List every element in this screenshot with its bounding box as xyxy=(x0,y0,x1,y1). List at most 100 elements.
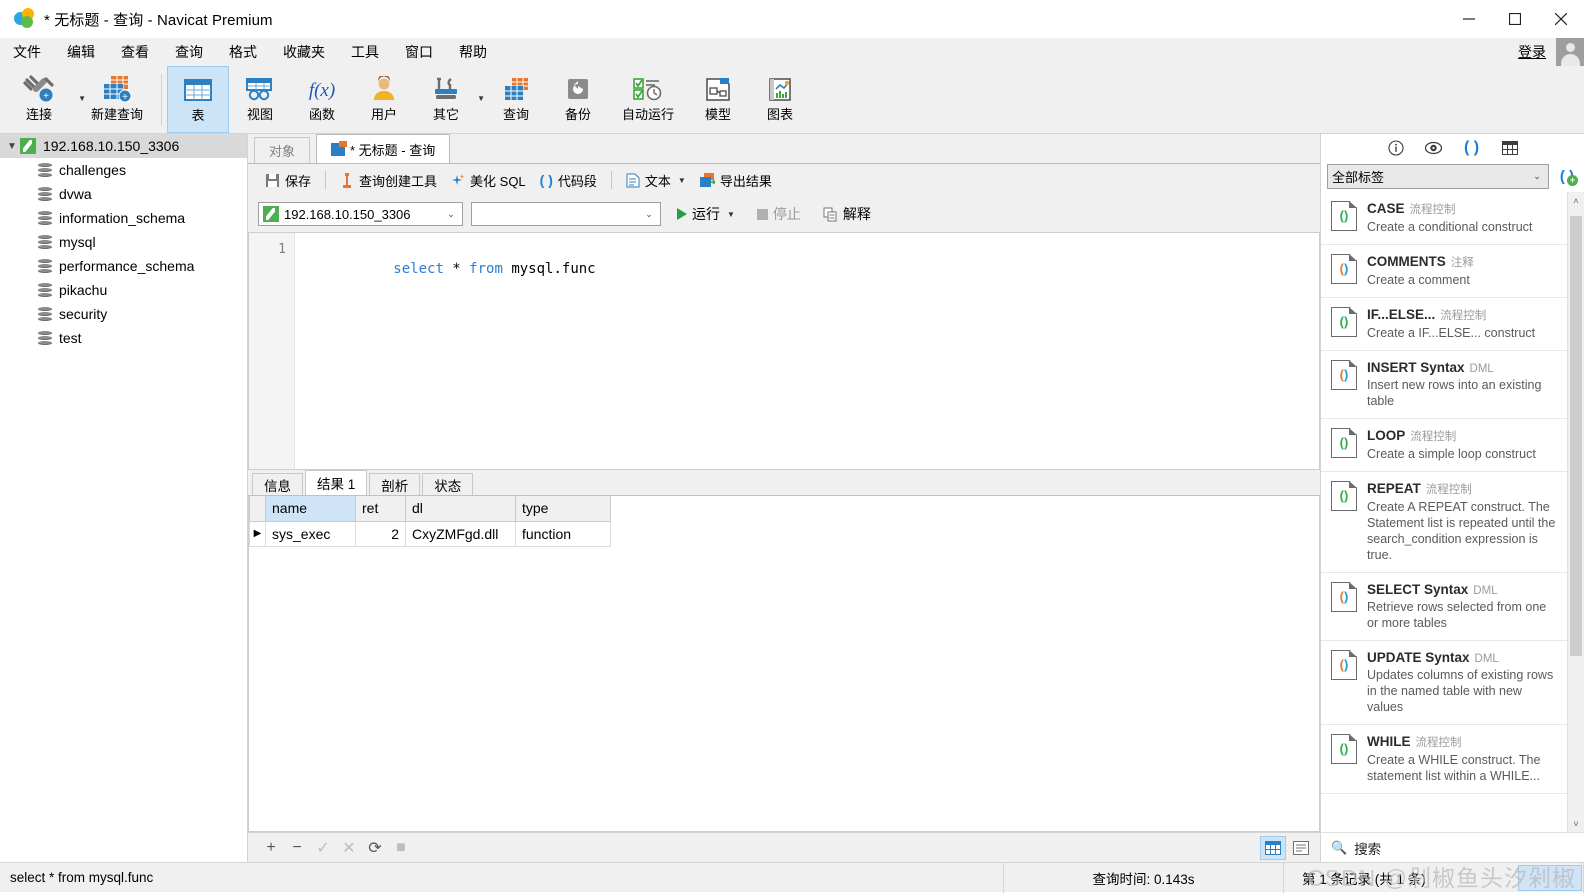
snippet-item[interactable]: () WHILE 流程控制 Create a WHILE construct. The… xyxy=(1321,725,1567,794)
add-snippet-button[interactable]: ( ) + xyxy=(1556,166,1578,186)
chevron-down-icon[interactable]: ⌄ xyxy=(442,209,460,220)
ribbon-function[interactable]: f(x) 函数 xyxy=(291,66,353,133)
form-view-button[interactable] xyxy=(1288,836,1314,860)
grid-view-button[interactable] xyxy=(1260,835,1286,860)
scroll-down-icon[interactable]: ˅ xyxy=(1568,815,1584,832)
result-tab[interactable]: 信息 xyxy=(252,473,303,495)
snippet-item[interactable]: () CASE 流程控制 Create a conditional construct xyxy=(1321,192,1567,245)
snippet-list[interactable]: () CASE 流程控制 Create a conditional construct… xyxy=(1321,192,1584,832)
snippet-scrollbar[interactable]: ˄ ˅ xyxy=(1567,192,1584,832)
tree-item-database[interactable]: information_schema xyxy=(0,206,247,230)
connection-select[interactable]: 192.168.10.150_3306 ⌄ xyxy=(258,202,463,226)
column-header[interactable]: type xyxy=(515,496,611,522)
snippet-item[interactable]: () REPEAT 流程控制 Create A REPEAT construct. T… xyxy=(1321,472,1567,573)
chevron-down-icon[interactable]: ▼ xyxy=(477,94,485,103)
ribbon-new-query[interactable]: + 新建查询 xyxy=(78,66,156,133)
ribbon-backup[interactable]: 备份 xyxy=(547,66,609,133)
database-select[interactable]: ⌄ xyxy=(471,202,661,226)
run-button[interactable]: 运行 ▼ xyxy=(671,201,741,227)
login-link[interactable]: 登录 xyxy=(1518,42,1546,62)
result-grid-wrapper[interactable]: name ret dl type ▶ sys_exec 2 CxyZMFgd.dll func… xyxy=(248,496,1320,832)
table-grid-icon[interactable] xyxy=(1501,139,1519,157)
table-cell-dl[interactable]: CxyZMFgd.dll xyxy=(405,520,516,547)
avatar[interactable] xyxy=(1556,38,1584,66)
snippet-item[interactable]: () LOOP 流程控制 Create a simple loop construct xyxy=(1321,419,1567,472)
scroll-thumb[interactable] xyxy=(1570,216,1582,656)
save-button[interactable]: 保存 xyxy=(258,168,318,192)
sql-editor[interactable]: 1 select * from mysql.func xyxy=(248,232,1320,470)
eye-icon[interactable] xyxy=(1425,139,1443,157)
tree-item-database[interactable]: performance_schema xyxy=(0,254,247,278)
menu-favorites[interactable]: 收藏夹 xyxy=(270,38,338,66)
menu-view[interactable]: 查看 xyxy=(108,38,162,66)
chevron-down-icon[interactable]: ▼ xyxy=(4,141,20,152)
menu-edit[interactable]: 编辑 xyxy=(54,38,108,66)
beautify-sql-button[interactable]: 美化 SQL xyxy=(444,168,533,192)
snippet-item[interactable]: () IF...ELSE... 流程控制 Create a IF...ELSE... … xyxy=(1321,298,1567,351)
ribbon-view[interactable]: 视图 xyxy=(229,66,291,133)
snippet-item[interactable]: () UPDATE Syntax DML Updates columns of exi… xyxy=(1321,641,1567,725)
add-record-button[interactable]: + xyxy=(258,837,284,859)
snippet-search-row[interactable]: 🔍 搜索 xyxy=(1321,832,1584,862)
ribbon-table[interactable]: 表 xyxy=(167,66,229,133)
close-button[interactable] xyxy=(1538,0,1584,38)
chevron-down-icon[interactable]: ▼ xyxy=(727,210,735,219)
chevron-down-icon[interactable]: ⌄ xyxy=(640,209,658,220)
ribbon-chart[interactable]: 图表 xyxy=(749,66,811,133)
sql-code-area[interactable]: select * from mysql.func xyxy=(295,233,1319,469)
code-snippet-button[interactable]: ( ) 代码段 xyxy=(533,168,604,192)
menu-help[interactable]: 帮助 xyxy=(446,38,500,66)
menu-tools[interactable]: 工具 xyxy=(338,38,392,66)
snippet-search-input[interactable]: 搜索 xyxy=(1354,838,1381,858)
ribbon-connection[interactable]: + 连接 ▼ xyxy=(0,66,86,133)
query-builder-button[interactable]: 查询创建工具 xyxy=(333,168,444,192)
table-cell-ret[interactable]: 2 xyxy=(355,520,406,547)
ribbon-model[interactable]: 模型 xyxy=(687,66,749,133)
code-snippet-icon[interactable]: ( ) xyxy=(1463,139,1481,157)
result-grid[interactable]: name ret dl type ▶ sys_exec 2 CxyZMFgd.dll func… xyxy=(249,496,611,547)
tab-untitled-query-label: * 无标题 - 查询 xyxy=(350,142,436,158)
snippet-item[interactable]: () SELECT Syntax DML Retrieve rows selected… xyxy=(1321,573,1567,641)
menu-query[interactable]: 查询 xyxy=(162,38,216,66)
snippet-filter-select[interactable]: 全部标签 ⌄ xyxy=(1327,163,1549,189)
ribbon-query[interactable]: 查询 xyxy=(485,66,547,133)
snippet-item[interactable]: () COMMENTS 注释 Create a comment xyxy=(1321,245,1567,298)
column-header[interactable]: name xyxy=(265,496,356,522)
table-cell-name[interactable]: sys_exec xyxy=(265,520,356,547)
tree-item-database[interactable]: pikachu xyxy=(0,278,247,302)
result-tab[interactable]: 状态 xyxy=(422,473,474,495)
tab-untitled-query[interactable]: * 无标题 - 查询 xyxy=(316,134,451,163)
explain-button[interactable]: 解释 xyxy=(817,201,877,227)
remove-record-button[interactable]: − xyxy=(284,837,310,859)
menu-format[interactable]: 格式 xyxy=(216,38,270,66)
column-header[interactable]: dl xyxy=(405,496,516,522)
table-row[interactable]: ▶ sys_exec 2 CxyZMFgd.dll function xyxy=(249,520,611,547)
chevron-down-icon[interactable]: ⌄ xyxy=(1528,171,1546,182)
refresh-button[interactable]: ⟳ xyxy=(362,837,388,859)
ribbon-other[interactable]: 其它 ▼ xyxy=(415,66,485,133)
info-icon[interactable] xyxy=(1387,139,1405,157)
result-tab[interactable]: 剖析 xyxy=(369,473,421,495)
ribbon-automation[interactable]: 自动运行 xyxy=(609,66,687,133)
tree-root-connection[interactable]: ▼ 192.168.10.150_3306 xyxy=(0,134,247,158)
export-result-button[interactable]: 导出结果 xyxy=(693,168,779,192)
scroll-up-icon[interactable]: ˄ xyxy=(1568,192,1584,209)
svg-text:f(x): f(x) xyxy=(309,80,335,101)
result-tab[interactable]: 结果 1 xyxy=(305,470,368,495)
snippet-item[interactable]: () INSERT Syntax DML Insert new rows into a… xyxy=(1321,351,1567,419)
tab-objects[interactable]: 对象 xyxy=(254,137,311,163)
menu-file[interactable]: 文件 xyxy=(0,38,54,66)
tree-item-database[interactable]: challenges xyxy=(0,158,247,182)
tree-item-database[interactable]: dvwa xyxy=(0,182,247,206)
tree-item-database[interactable]: mysql xyxy=(0,230,247,254)
tree-item-database[interactable]: security xyxy=(0,302,247,326)
column-header[interactable]: ret xyxy=(355,496,406,522)
menu-window[interactable]: 窗口 xyxy=(392,38,446,66)
ribbon-user[interactable]: 用户 xyxy=(353,66,415,133)
maximize-button[interactable] xyxy=(1492,0,1538,38)
tree-item-database[interactable]: test xyxy=(0,326,247,350)
text-button[interactable]: 文本 ▼ xyxy=(619,168,693,192)
chevron-down-icon[interactable]: ▼ xyxy=(678,176,686,185)
minimize-button[interactable] xyxy=(1446,0,1492,38)
table-cell-type[interactable]: function xyxy=(515,520,611,547)
